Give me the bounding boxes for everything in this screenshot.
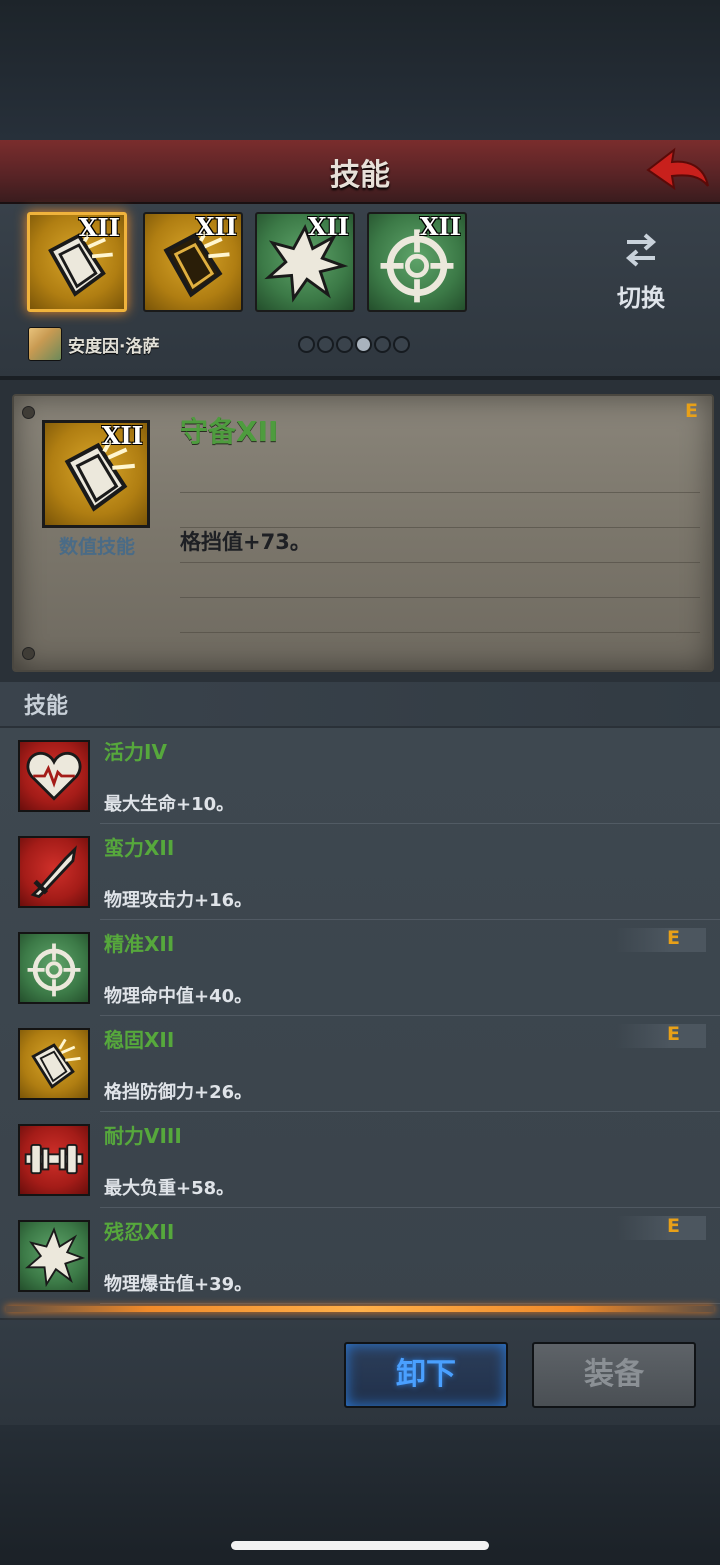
page-indicator <box>298 336 410 353</box>
detail-skill-icon: XII <box>42 420 150 528</box>
skill-description: 格挡防御力+26。 <box>104 1082 253 1103</box>
equipped-tab: E <box>616 1023 706 1048</box>
page-dot[interactable] <box>393 336 410 353</box>
ruled-lines <box>180 458 700 658</box>
status-area <box>0 0 720 140</box>
swap-arrows-icon <box>625 233 657 267</box>
skill-detail-card: XII 数值技能 守备XII 格挡值+73。 E <box>12 394 714 672</box>
skill-slot-2[interactable]: XII <box>143 212 243 312</box>
skill-icon <box>18 1124 90 1196</box>
hero-info: 安度因·洛萨 <box>28 327 160 361</box>
switch-button[interactable]: 切换 <box>604 230 678 312</box>
list-item[interactable]: 稳固XII 格挡防御力+26。 E <box>0 1016 720 1112</box>
skill-description: 物理爆击值+39。 <box>104 1274 253 1295</box>
section-header: 技能 <box>0 682 720 726</box>
equipped-mark: E <box>667 1023 680 1045</box>
action-bar: 卸下 装备 <box>0 1320 720 1425</box>
page-title: 技能 <box>330 158 390 193</box>
skill-name: 残忍XII <box>104 1220 175 1244</box>
list-item[interactable]: 活力IV 最大生命+10。 <box>0 728 720 824</box>
equipped-mark: E <box>685 400 698 422</box>
page-dot[interactable] <box>336 336 353 353</box>
title-bar: 技能 <box>0 140 720 204</box>
heart-icon <box>26 751 82 801</box>
skill-slot-1[interactable]: XII <box>27 212 127 312</box>
page-dot[interactable] <box>374 336 391 353</box>
equipped-mark: E <box>667 927 680 949</box>
section-title: 技能 <box>24 694 69 719</box>
slot-level: XII <box>195 212 237 241</box>
divider <box>100 1303 720 1304</box>
skill-list: 活力IV 最大生命+10。 蛮力XII 物理攻击力+16。 精准XII 物理命中… <box>0 728 720 1318</box>
avatar <box>28 327 62 361</box>
crosshair-icon <box>27 943 81 997</box>
list-item[interactable]: 精准XII 物理命中值+40。 E <box>0 920 720 1016</box>
skill-icon <box>18 1028 90 1100</box>
skill-slot-4[interactable]: XII <box>367 212 467 312</box>
skill-icon <box>18 932 90 1004</box>
unequip-button[interactable]: 卸下 <box>344 1342 508 1408</box>
scroll-edge-glow <box>6 1306 714 1312</box>
detail-level: XII <box>101 421 143 450</box>
list-item[interactable]: 残忍XII 物理爆击值+39。 E <box>0 1208 720 1304</box>
skill-description: 物理攻击力+16。 <box>104 890 253 911</box>
page-dot-active[interactable] <box>355 336 372 353</box>
skill-name: 活力IV <box>104 740 167 764</box>
equipped-tab: E <box>616 1215 706 1240</box>
rivet <box>22 647 35 660</box>
slot-level: XII <box>307 212 349 241</box>
home-indicator[interactable] <box>231 1541 489 1550</box>
skill-description: 格挡值+73。 <box>180 530 311 554</box>
skill-icon <box>18 740 90 812</box>
skill-name: 守备XII <box>180 415 279 448</box>
back-arrow-icon <box>646 147 709 191</box>
page-dot[interactable] <box>298 336 315 353</box>
rivet <box>22 406 35 419</box>
skill-icon <box>18 1220 90 1292</box>
page-dot[interactable] <box>317 336 334 353</box>
skill-description: 最大生命+10。 <box>104 794 235 815</box>
skill-name: 蛮力XII <box>104 836 175 860</box>
sword-icon <box>30 845 77 899</box>
hero-name: 安度因·洛萨 <box>68 336 160 357</box>
slot-level: XII <box>419 212 461 241</box>
equipped-tab: E <box>616 927 706 952</box>
skill-name: 精准XII <box>104 932 175 956</box>
switch-label: 切换 <box>617 284 665 312</box>
burst-icon <box>25 1226 86 1288</box>
skill-name: 耐力VIII <box>104 1124 182 1148</box>
equipped-skill-bar: XII XII XII XII 切换 安度因·洛萨 <box>0 204 720 380</box>
skill-slot-3[interactable]: XII <box>255 212 355 312</box>
skill-description: 最大负重+58。 <box>104 1178 235 1199</box>
skill-name: 稳固XII <box>104 1028 175 1052</box>
shield-icon <box>31 1038 81 1089</box>
back-button[interactable] <box>644 142 712 198</box>
skill-icon <box>18 836 90 908</box>
dumbbell-icon <box>24 1143 84 1175</box>
equipped-mark: E <box>667 1215 680 1237</box>
equip-button[interactable]: 装备 <box>532 1342 696 1408</box>
skill-type: 数值技能 <box>58 536 135 558</box>
slot-level: XII <box>78 213 120 242</box>
list-item[interactable]: 耐力VIII 最大负重+58。 <box>0 1112 720 1208</box>
skill-description: 物理命中值+40。 <box>104 986 253 1007</box>
list-item[interactable]: 蛮力XII 物理攻击力+16。 <box>0 824 720 920</box>
